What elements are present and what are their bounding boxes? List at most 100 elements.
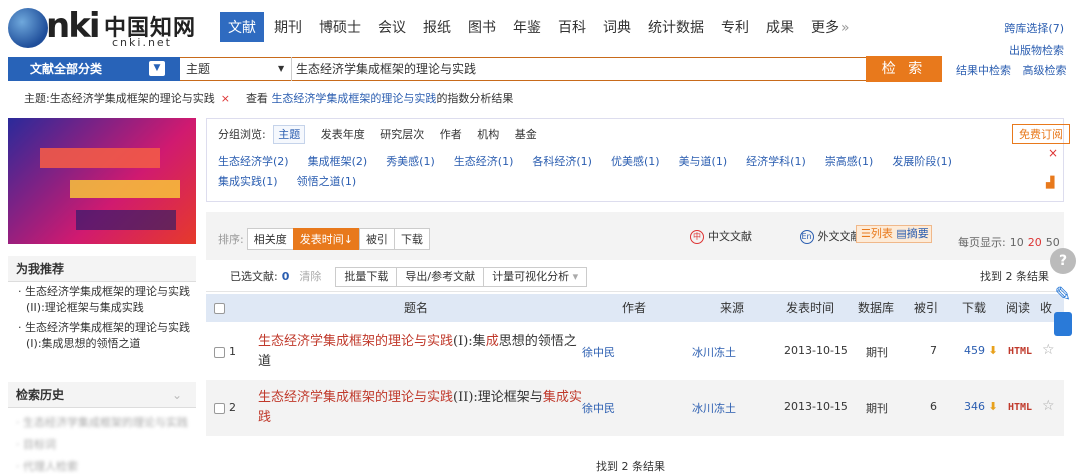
- field-select[interactable]: 主题: [180, 57, 292, 81]
- nav-item-newspaper[interactable]: 报纸: [423, 17, 451, 37]
- chevron-down-icon[interactable]: ⌄: [172, 382, 182, 408]
- export-button[interactable]: 导出/参考文献: [396, 267, 485, 287]
- history-item[interactable]: · 生态经济学集成框架的理论与实践: [16, 412, 188, 434]
- search-input[interactable]: 生态经济学集成框架的理论与实践: [296, 58, 866, 80]
- subscribe-button[interactable]: 免费订阅: [1012, 124, 1070, 144]
- nav-item-encyclopedia[interactable]: 百科: [558, 17, 586, 37]
- recommend-item[interactable]: · 生态经济学集成框架的理论与实践(I):集成思想的领悟之道: [8, 320, 196, 352]
- topic-tag[interactable]: 崇高感(1): [825, 152, 874, 172]
- abstract-view-button[interactable]: ▤摘要: [896, 227, 928, 240]
- list-view-button[interactable]: ☰列表: [861, 227, 893, 240]
- row-checkbox[interactable]: [214, 403, 225, 414]
- per-page-10[interactable]: 10: [1010, 236, 1024, 249]
- notes-icon[interactable]: [1054, 312, 1072, 336]
- nav-item-literature[interactable]: 文献: [220, 12, 264, 42]
- select-all-checkbox[interactable]: [214, 303, 225, 314]
- clear-button[interactable]: 清除: [299, 262, 321, 292]
- result-title[interactable]: 生态经济学集成框架的理论与实践(II):理论框架与集成实践: [258, 388, 588, 428]
- col-source: 来源: [720, 301, 745, 315]
- help-icon[interactable]: ?: [1050, 248, 1076, 274]
- chinese-docs-link[interactable]: 中中文文献: [690, 230, 774, 244]
- row-checkbox[interactable]: [214, 347, 225, 358]
- topic-tag[interactable]: 各科经济(1): [532, 152, 592, 172]
- tab-fund[interactable]: 基金: [515, 128, 537, 141]
- history-title: 检索历史 ⌄: [8, 382, 196, 408]
- result-count-bottom: 找到 2 条结果: [596, 460, 665, 473]
- col-title: 题名: [404, 301, 429, 315]
- cnki-logo[interactable]: nki 中国知网 cnki.net: [8, 6, 198, 52]
- col-author: 作者: [622, 301, 647, 315]
- visual-analysis-dropdown[interactable]: 计量可视化分析: [483, 267, 588, 287]
- close-icon[interactable]: ×: [1048, 146, 1058, 160]
- topic-tag[interactable]: 领悟之道(1): [297, 172, 357, 192]
- nav-item-thesis[interactable]: 博硕士: [319, 17, 361, 37]
- caret-down-icon[interactable]: ▼: [278, 57, 284, 81]
- star-icon[interactable]: ☆: [1042, 342, 1055, 358]
- index-analysis-link[interactable]: 生态经济学集成框架的理论与实践: [271, 92, 436, 105]
- nav-item-conference[interactable]: 会议: [378, 17, 406, 37]
- history-item[interactable]: · 代理人检索: [16, 456, 188, 474]
- per-page-20[interactable]: 20: [1028, 236, 1042, 249]
- per-page: 每页显示: 10 20 50: [954, 234, 1060, 250]
- tab-author[interactable]: 作者: [440, 128, 462, 141]
- search-button[interactable]: 检 索: [866, 56, 942, 82]
- sort-label: 排序:: [218, 233, 244, 246]
- html-read-link[interactable]: HTML: [1008, 402, 1032, 413]
- cited-count[interactable]: 6: [930, 400, 937, 413]
- nav-item-journal[interactable]: 期刊: [274, 17, 302, 37]
- topic-tag[interactable]: 集成框架(2): [308, 152, 368, 172]
- result-title[interactable]: 生态经济学集成框架的理论与实践(I):集成思想的领悟之道: [258, 332, 588, 372]
- hint-suffix: 的指数分析结果: [436, 92, 514, 105]
- view-toggle: ☰列表 ▤摘要: [856, 225, 932, 243]
- per-page-50[interactable]: 50: [1046, 236, 1060, 249]
- download-link[interactable]: 346 ⬇: [964, 400, 998, 413]
- within-results-link[interactable]: 结果中检索: [956, 64, 1011, 77]
- author-link[interactable]: 徐中民: [582, 344, 615, 360]
- nav-item-more[interactable]: 更多: [811, 17, 850, 37]
- topic-tag[interactable]: 生态经济(1): [454, 152, 514, 172]
- source-link[interactable]: 冰川冻土: [692, 344, 736, 360]
- cross-db-link[interactable]: 跨库选择(7): [1004, 18, 1064, 40]
- nav-item-achievement[interactable]: 成果: [766, 17, 794, 37]
- nav-item-patent[interactable]: 专利: [721, 17, 749, 37]
- tab-topic[interactable]: 主题: [273, 125, 306, 144]
- sort-downloads[interactable]: 下载: [393, 228, 430, 250]
- download-link[interactable]: 459 ⬇: [964, 344, 998, 357]
- pub-search-link[interactable]: 出版物检索: [1004, 40, 1064, 62]
- chevron-down-icon[interactable]: ▼: [149, 61, 165, 76]
- topic-tag[interactable]: 美与道(1): [679, 152, 728, 172]
- sort-date[interactable]: 发表时间↓: [292, 228, 360, 250]
- tab-level[interactable]: 研究层次: [380, 128, 424, 141]
- nav-item-dictionary[interactable]: 词典: [603, 17, 631, 37]
- pencil-icon[interactable]: ✎: [1050, 282, 1076, 308]
- chart-icon[interactable]: ▟: [1046, 176, 1054, 189]
- per-page-label: 每页显示:: [958, 236, 1006, 249]
- nav-item-book[interactable]: 图书: [468, 17, 496, 37]
- bulk-download-button[interactable]: 批量下载: [335, 267, 398, 287]
- logo-text: nki: [46, 6, 101, 46]
- recommend-item[interactable]: · 生态经济学集成框架的理论与实践(II):理论框架与集成实践: [8, 284, 196, 316]
- source-link[interactable]: 冰川冻土: [692, 400, 736, 416]
- topic-tag[interactable]: 集成实践(1): [218, 172, 278, 192]
- topic-tag[interactable]: 秀美感(1): [386, 152, 435, 172]
- advanced-search-link[interactable]: 高级检索: [1023, 64, 1067, 77]
- tab-institution[interactable]: 机构: [477, 128, 499, 141]
- topic-tag[interactable]: 生态经济学(2): [218, 152, 289, 172]
- history-item[interactable]: · 目标词: [16, 434, 188, 456]
- topic-tag[interactable]: 经济学科(1): [746, 152, 806, 172]
- filter-hint: 主题:生态经济学集成框架的理论与实践 × 查看 生态经济学集成框架的理论与实践的指数…: [24, 90, 513, 106]
- author-link[interactable]: 徐中民: [582, 400, 615, 416]
- sort-cited[interactable]: 被引: [358, 228, 395, 250]
- sort-relevance[interactable]: 相关度: [246, 228, 294, 250]
- close-icon[interactable]: ×: [221, 92, 230, 105]
- col-download: 下载: [962, 301, 987, 315]
- html-read-link[interactable]: HTML: [1008, 346, 1032, 357]
- nav-item-yearbook[interactable]: 年鉴: [513, 17, 541, 37]
- topic-tag[interactable]: 优美感(1): [611, 152, 660, 172]
- tab-year[interactable]: 发表年度: [321, 128, 365, 141]
- nav-item-statistics[interactable]: 统计数据: [648, 17, 704, 37]
- star-icon[interactable]: ☆: [1042, 398, 1055, 414]
- cited-count[interactable]: 7: [930, 344, 937, 357]
- sort-options: 排序: 相关度 发表时间↓ 被引 下载: [218, 228, 430, 250]
- topic-tag[interactable]: 发展阶段(1): [892, 152, 952, 172]
